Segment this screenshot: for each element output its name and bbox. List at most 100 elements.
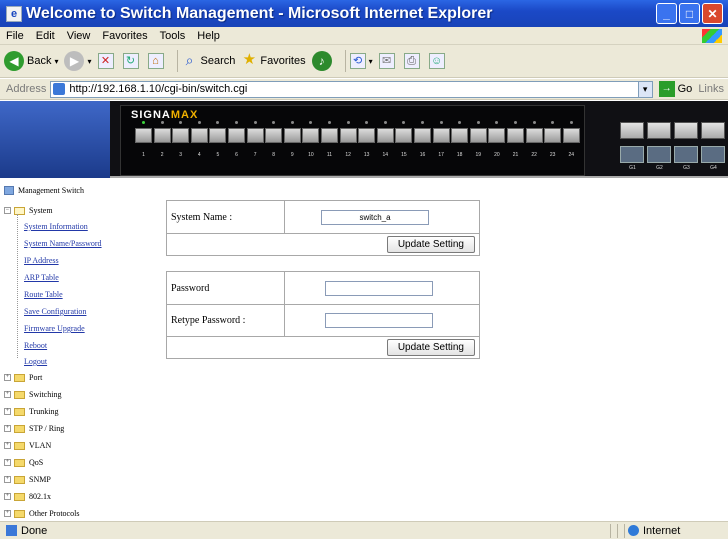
port-18[interactable] — [451, 128, 469, 143]
port-22[interactable] — [525, 128, 543, 143]
port-23[interactable] — [544, 128, 562, 143]
menu-edit[interactable]: Edit — [30, 30, 61, 42]
port-1[interactable] — [135, 128, 152, 143]
link-logout[interactable]: Logout — [24, 357, 47, 366]
expand-icon[interactable]: + — [4, 476, 11, 483]
link-firmware-upgrade[interactable]: Firmware Upgrade — [24, 324, 85, 333]
menu-file[interactable]: File — [0, 30, 30, 42]
link-ip-address[interactable]: IP Address — [24, 256, 59, 265]
port-20[interactable] — [488, 128, 506, 143]
search-button[interactable]: ⌕ Search — [182, 53, 236, 69]
tree-node-snmp[interactable]: + SNMP — [4, 475, 51, 484]
port-9[interactable] — [283, 128, 301, 143]
port-17[interactable] — [432, 128, 450, 143]
tree-node-label: System — [29, 206, 53, 215]
port-15[interactable] — [395, 128, 413, 143]
back-dropdown-icon[interactable]: ▾ — [54, 57, 58, 66]
minimize-button[interactable]: _ — [656, 3, 677, 24]
expand-icon[interactable]: + — [4, 459, 11, 466]
address-dropdown-icon[interactable]: ▾ — [637, 80, 653, 98]
port-12[interactable] — [339, 128, 357, 143]
sfp-port-G1[interactable] — [620, 122, 644, 139]
port-7[interactable] — [246, 128, 264, 143]
port-6[interactable] — [228, 128, 245, 143]
uplink-port-G3[interactable] — [674, 146, 698, 163]
collapse-icon[interactable]: − — [4, 207, 11, 214]
tree-node-switching[interactable]: + Switching — [4, 390, 61, 399]
port-19[interactable] — [469, 128, 487, 143]
port-11[interactable] — [321, 128, 338, 143]
back-button[interactable]: ◀ Back ▾ — [4, 51, 58, 71]
menu-tools[interactable]: Tools — [154, 30, 192, 42]
forward-dropdown-icon[interactable]: ▾ — [87, 57, 91, 66]
system-name-cell: switch_a — [284, 200, 480, 234]
tree-node-stp-ring[interactable]: + STP / Ring — [4, 424, 64, 433]
sfp-port-G3[interactable] — [674, 122, 698, 139]
expand-icon[interactable]: + — [4, 391, 11, 398]
forward-button[interactable]: ▶ ▾ — [64, 51, 92, 71]
menu-view[interactable]: View — [61, 30, 97, 42]
port-5[interactable] — [209, 128, 227, 143]
tree-node-trunking[interactable]: + Trunking — [4, 407, 59, 416]
sfp-port-G4[interactable] — [701, 122, 725, 139]
menu-help[interactable]: Help — [191, 30, 226, 42]
refresh-button[interactable]: ↻ — [122, 53, 142, 69]
history-button[interactable]: ⟲ ▾ — [349, 53, 373, 69]
uplink-port-G4[interactable] — [701, 146, 725, 163]
link-system-name-password[interactable]: System Name/Password — [24, 239, 102, 248]
stop-button[interactable]: ✕ — [97, 53, 117, 69]
tree-node-8021x[interactable]: +802.1x — [4, 492, 51, 501]
expand-icon[interactable]: + — [4, 510, 11, 517]
port-13[interactable] — [358, 128, 376, 143]
close-button[interactable]: ✕ — [702, 3, 723, 24]
print-icon: ⎙ — [403, 53, 420, 69]
links-button[interactable]: Links — [698, 83, 724, 95]
tree-node-other-protocols[interactable]: + Other Protocols — [4, 509, 79, 518]
maximize-button[interactable]: □ — [679, 3, 700, 24]
favorites-button[interactable]: ★ Favorites — [241, 52, 306, 69]
password-input[interactable] — [325, 280, 433, 296]
retype-password-input[interactable] — [325, 313, 433, 328]
uplink-port-G2[interactable] — [647, 146, 671, 163]
history-dropdown-icon[interactable]: ▾ — [369, 57, 373, 66]
update-setting-button[interactable]: Update Setting — [386, 339, 475, 356]
media-button[interactable]: ♪ — [311, 51, 335, 71]
tree-node-vlan[interactable]: + VLAN — [4, 441, 51, 450]
expand-icon[interactable]: + — [4, 408, 11, 415]
port-4[interactable] — [190, 128, 208, 143]
tree-node-system[interactable]: − System — [4, 206, 53, 215]
link-arp-table[interactable]: ARP Table — [24, 273, 59, 282]
update-setting-button[interactable]: Update Setting — [386, 236, 475, 253]
go-button[interactable]: → Go — [658, 81, 692, 97]
address-input[interactable]: http://192.168.1.10/cgi-bin/switch.cgi — [50, 80, 639, 98]
folder-icon — [14, 441, 25, 450]
print-button[interactable]: ⎙ — [403, 53, 423, 69]
expand-icon[interactable]: + — [4, 425, 11, 432]
port-24[interactable] — [562, 128, 580, 143]
tree-node-port[interactable]: + Port — [4, 373, 42, 382]
tree-node-qos[interactable]: + QoS — [4, 458, 43, 467]
link-system-information[interactable]: System Information — [24, 222, 88, 231]
port-8[interactable] — [265, 128, 283, 143]
expand-icon[interactable]: + — [4, 374, 11, 381]
port-16[interactable] — [414, 128, 431, 143]
home-button[interactable]: ⌂ — [147, 53, 167, 69]
link-route-table[interactable]: Route Table — [24, 290, 63, 299]
port-14[interactable] — [376, 128, 394, 143]
expand-icon[interactable]: + — [4, 442, 11, 449]
messenger-button[interactable]: ☺ — [428, 53, 448, 69]
mail-button[interactable]: ✉ — [378, 53, 398, 69]
tree-root[interactable]: Management Switch — [4, 186, 84, 195]
sfp-port-G2[interactable] — [647, 122, 671, 139]
port-10[interactable] — [302, 128, 320, 143]
port-3[interactable] — [172, 128, 190, 143]
port-2[interactable] — [153, 128, 171, 143]
expand-icon[interactable]: + — [4, 493, 11, 500]
link-save-configuration[interactable]: Save Configuration — [24, 307, 86, 316]
menu-favorites[interactable]: Favorites — [96, 30, 153, 42]
port-21[interactable] — [507, 128, 524, 143]
link-reboot[interactable]: Reboot — [24, 341, 47, 350]
system-name-input[interactable]: switch_a — [321, 209, 429, 225]
port-led — [160, 121, 164, 124]
uplink-port-G1[interactable] — [620, 146, 644, 163]
